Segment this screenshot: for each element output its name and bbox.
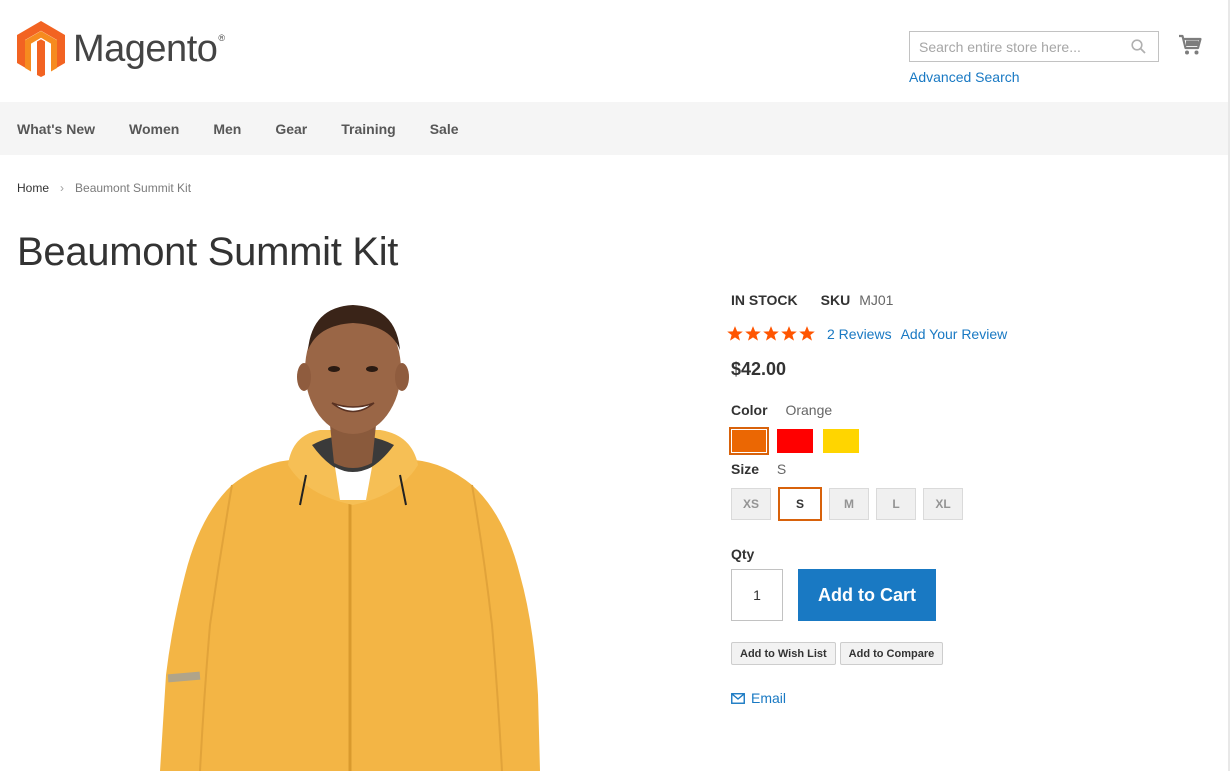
rating-summary: 2 Reviews Add Your Review (726, 325, 1007, 342)
reviews-link[interactable]: 2 Reviews (827, 326, 892, 342)
swatch-red[interactable] (777, 429, 813, 453)
rating-stars (726, 325, 816, 342)
magento-logo[interactable]: Magento® (17, 21, 225, 77)
swatch-orange[interactable] (729, 427, 769, 455)
breadcrumb-separator: › (60, 181, 65, 195)
nav-item-men[interactable]: Men (213, 121, 241, 137)
email-link-label: Email (751, 690, 787, 706)
add-to-cart-button[interactable]: Add to Cart (798, 569, 936, 621)
size-option-l[interactable]: L (876, 488, 916, 520)
advanced-search-link[interactable]: Advanced Search (909, 69, 1020, 85)
color-selected: Orange (785, 402, 833, 418)
breadcrumb-home[interactable]: Home (17, 181, 49, 195)
logo-text: Magento® (73, 28, 225, 70)
size-attribute-label: Size S (731, 461, 786, 477)
color-swatches (729, 427, 869, 455)
page-title: Beaumont Summit Kit (17, 230, 399, 274)
star-icon (781, 326, 797, 341)
star-icon (799, 326, 815, 341)
stock-sku-row: IN STOCK SKU MJ01 (731, 292, 893, 308)
secondary-actions: Add to Wish List Add to Compare (731, 642, 947, 665)
size-option-xs[interactable]: XS (731, 488, 771, 520)
add-to-compare-button[interactable]: Add to Compare (839, 642, 944, 665)
nav-item-women[interactable]: Women (129, 121, 179, 137)
registered-mark: ® (218, 33, 225, 43)
search-input[interactable] (910, 32, 1158, 61)
nav-item-training[interactable]: Training (341, 121, 395, 137)
color-attribute-label: Color Orange (731, 402, 832, 418)
search-icon[interactable] (1131, 39, 1146, 59)
product-image[interactable] (60, 295, 640, 771)
star-icon (727, 326, 743, 341)
size-label: Size (731, 461, 760, 477)
nav-item-gear[interactable]: Gear (275, 121, 307, 137)
size-option-s[interactable]: S (778, 487, 822, 521)
nav-item-sale[interactable]: Sale (430, 121, 459, 137)
product-photo-jacket (160, 305, 540, 771)
nav-item-whats-new[interactable]: What's New (17, 121, 95, 137)
star-icon (745, 326, 761, 341)
star-icon (763, 326, 779, 341)
qty-label: Qty (731, 546, 755, 562)
cart-icon[interactable] (1178, 34, 1202, 61)
main-navigation: What's New Women Men Gear Training Sale (0, 102, 1228, 155)
swatch-yellow[interactable] (823, 429, 859, 453)
email-link[interactable]: Email (731, 690, 786, 706)
qty-input[interactable] (731, 569, 783, 621)
product-price: $42.00 (731, 359, 787, 379)
size-option-xl[interactable]: XL (923, 488, 963, 520)
size-option-m[interactable]: M (829, 488, 869, 520)
add-review-link[interactable]: Add Your Review (901, 326, 1008, 342)
search-box (909, 31, 1159, 62)
breadcrumb-current: Beaumont Summit Kit (75, 181, 192, 195)
breadcrumb: Home › Beaumont Summit Kit (17, 181, 191, 195)
sku-label: SKU (820, 292, 851, 308)
sku-value: MJ01 (859, 292, 894, 308)
size-selected: S (776, 461, 787, 477)
stock-status: IN STOCK (731, 292, 798, 308)
magento-logo-icon (17, 21, 65, 77)
size-options: XS S M L XL (731, 487, 970, 521)
color-label: Color (731, 402, 768, 418)
add-to-wishlist-button[interactable]: Add to Wish List (731, 642, 836, 665)
page-header: Magento® Advanced Search (0, 0, 1228, 102)
envelope-icon (731, 692, 745, 704)
